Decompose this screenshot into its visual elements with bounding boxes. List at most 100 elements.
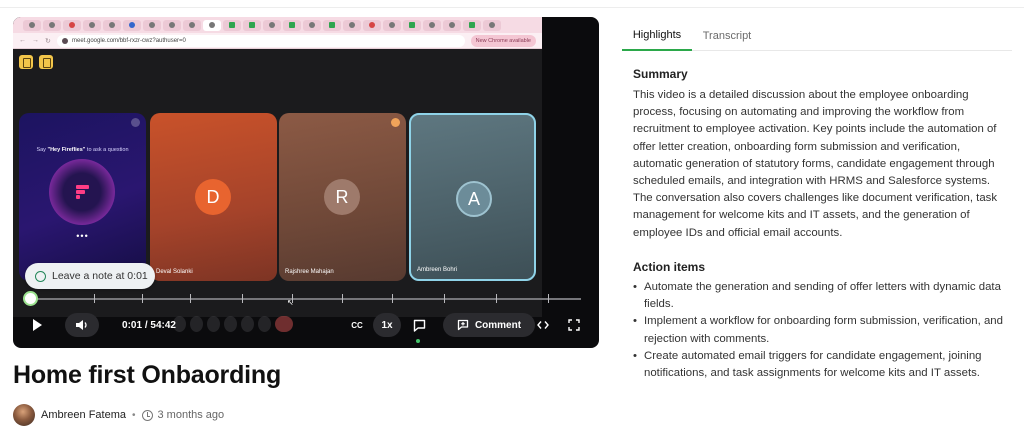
ask-question-prompt: Say "Hey Fireflies" to ask a question xyxy=(36,147,129,153)
site-info-icon xyxy=(62,38,68,44)
browser-tab xyxy=(343,19,361,31)
forward-icon: → xyxy=(32,37,39,44)
browser-tab xyxy=(103,19,121,31)
browser-address-bar: ← → ↻ meet.google.com/bbf-rxzr-cwz?authu… xyxy=(13,33,542,49)
comment-label: Comment xyxy=(474,319,522,331)
browser-tab xyxy=(43,19,61,31)
leave-note-label: Leave a note at 0:01 xyxy=(52,270,148,282)
browser-tab-active xyxy=(203,19,221,31)
tile-mic-icon xyxy=(391,118,400,127)
play-button[interactable] xyxy=(26,313,48,337)
chat-button[interactable] xyxy=(409,313,429,337)
browser-tab xyxy=(383,19,401,31)
fireflies-assistant-tile: Say "Hey Fireflies" to ask a question ••… xyxy=(19,113,146,281)
tab-transcript[interactable]: Transcript xyxy=(696,20,758,51)
chapter-marker xyxy=(242,294,243,303)
recorded-meet-toolbar xyxy=(173,313,293,335)
browser-tab xyxy=(423,19,441,31)
play-icon xyxy=(32,319,42,331)
chapter-marker xyxy=(190,294,191,303)
browser-tab xyxy=(123,19,141,31)
chapter-marker xyxy=(444,294,445,303)
author-avatar[interactable] xyxy=(13,404,35,426)
browser-tab xyxy=(63,19,81,31)
browser-tab xyxy=(483,19,501,31)
list-item: Create automated email triggers for cand… xyxy=(633,348,1011,382)
browser-tabstrip xyxy=(13,17,542,33)
participant-tile: R Rajshree Mahajan xyxy=(279,113,406,281)
action-items-list: Automate the generation and sending of o… xyxy=(633,279,1011,382)
fullscreen-icon xyxy=(568,319,580,331)
chapter-marker xyxy=(142,294,143,303)
panel-tabs: Highlights Transcript xyxy=(622,20,1012,51)
browser-tab xyxy=(83,19,101,31)
chapter-marker xyxy=(496,294,497,303)
comment-icon xyxy=(457,319,469,331)
player-controls: 0:01 / 54:42 CC 1x Comment xyxy=(13,309,599,343)
participant-avatar: D xyxy=(195,179,231,215)
video-seekbar[interactable] xyxy=(25,293,581,304)
meeting-url: meet.google.com/bbf-rxzr-cwz?authuser=0 xyxy=(72,38,186,44)
tile-mic-icon xyxy=(131,118,140,127)
participant-avatar: R xyxy=(324,179,360,215)
chat-unread-indicator xyxy=(416,339,420,343)
list-item: Automate the generation and sending of o… xyxy=(633,279,1011,313)
time-display: 0:01 / 54:42 xyxy=(122,319,176,331)
chrome-update-badge: New Chrome available xyxy=(470,35,536,47)
volume-icon xyxy=(76,320,87,330)
participant-name: Deval Solanki xyxy=(156,269,193,275)
action-items-heading: Action items xyxy=(633,260,706,274)
chapter-marker xyxy=(94,294,95,303)
video-title: Home first Onbaording xyxy=(13,361,282,389)
browser-tab xyxy=(23,19,41,31)
code-icon xyxy=(537,321,549,329)
seekbar-playhead[interactable] xyxy=(25,293,36,304)
browser-tab xyxy=(283,19,301,31)
tab-highlights[interactable]: Highlights xyxy=(622,20,692,51)
browser-tab xyxy=(263,19,281,31)
posted-time: 3 months ago xyxy=(157,409,225,421)
playback-speed-button[interactable]: 1x xyxy=(373,313,401,337)
meet-notes-icon xyxy=(39,55,53,69)
browser-tab xyxy=(303,19,321,31)
chapter-marker xyxy=(548,294,549,303)
browser-tab xyxy=(463,19,481,31)
summary-text: This video is a detailed discussion abou… xyxy=(633,89,998,239)
video-meta-row: Ambreen Fatema • 3 months ago xyxy=(13,403,224,427)
browser-tab xyxy=(403,19,421,31)
note-icon xyxy=(35,270,46,282)
playback-speed-label: 1x xyxy=(381,319,393,331)
meet-activity-icon xyxy=(19,55,33,69)
captions-button[interactable]: CC xyxy=(346,313,368,337)
browser-tab xyxy=(183,19,201,31)
fullscreen-button[interactable] xyxy=(564,313,584,337)
browser-tab xyxy=(323,19,341,31)
participant-name: Ambreen Bohri xyxy=(417,267,458,273)
chat-icon xyxy=(413,319,425,332)
volume-button[interactable] xyxy=(65,313,99,337)
participant-name: Rajshree Mahajan xyxy=(285,269,334,275)
captions-icon: CC xyxy=(351,320,363,330)
back-icon: ← xyxy=(19,37,26,44)
comment-button[interactable]: Comment xyxy=(443,313,535,337)
participant-tile: D Deval Solanki xyxy=(150,113,277,281)
leave-note-button[interactable]: Leave a note at 0:01 xyxy=(25,263,155,289)
fireflies-logo-icon xyxy=(76,185,89,199)
browser-tab xyxy=(163,19,181,31)
chapter-marker xyxy=(392,294,393,303)
more-options-icon: ••• xyxy=(76,231,89,241)
browser-omnibox: meet.google.com/bbf-rxzr-cwz?authuser=0 xyxy=(57,35,465,47)
author-name[interactable]: Ambreen Fatema xyxy=(41,409,126,421)
meta-separator: • xyxy=(131,409,136,421)
mouse-cursor-icon: ↖ xyxy=(287,298,294,307)
video-player[interactable]: ← → ↻ meet.google.com/bbf-rxzr-cwz?authu… xyxy=(13,17,599,348)
browser-tab xyxy=(243,19,261,31)
list-item: Implement a workflow for onboarding form… xyxy=(633,313,1011,347)
participant-tile-active-speaker: A Ambreen Bohri xyxy=(409,113,536,281)
reload-icon: ↻ xyxy=(45,37,51,45)
top-divider xyxy=(0,0,1024,8)
embed-code-button[interactable] xyxy=(533,313,553,337)
browser-tab xyxy=(223,19,241,31)
clock-icon xyxy=(141,409,153,421)
participant-avatar: A xyxy=(456,181,492,217)
